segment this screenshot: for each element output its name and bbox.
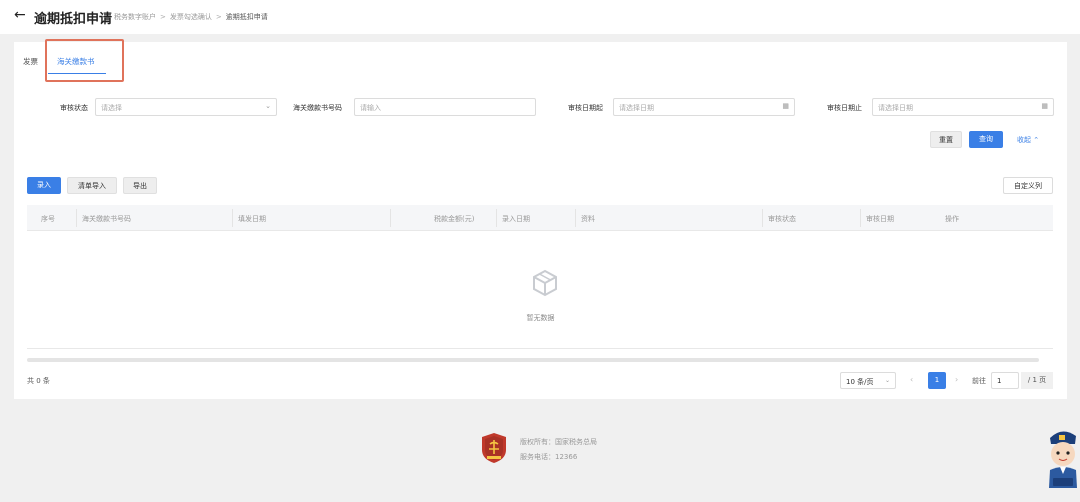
column-header: 税款金额(元) <box>434 215 475 223</box>
filter-date-end-placeholder: 请选择日期 <box>878 104 913 112</box>
collapse-toggle[interactable]: 收起 ⌃ <box>1017 135 1039 145</box>
collapse-label: 收起 <box>1017 136 1031 144</box>
table-header: 序号 海关缴款书号码 填发日期 税款金额(元) 录入日期 资料 审核状态 审核日… <box>27 205 1053 231</box>
filter-date-start-placeholder: 请选择日期 <box>619 104 654 112</box>
column-divider <box>76 209 77 227</box>
empty-box-icon <box>533 269 557 297</box>
page-size-select[interactable]: 10 条/页 ⌄ <box>840 372 896 389</box>
total-pages: / 1 页 <box>1021 372 1053 389</box>
chevron-down-icon: ⌄ <box>884 377 890 384</box>
goto-page-value: 1 <box>997 377 1002 385</box>
customize-columns-button[interactable]: 自定义列 <box>1003 177 1053 194</box>
next-page-icon[interactable]: › <box>955 375 958 384</box>
column-header: 审核状态 <box>768 215 796 223</box>
tax-bureau-emblem-logo <box>482 433 506 463</box>
filter-date-end-picker[interactable]: 请选择日期 ▦ <box>872 98 1054 116</box>
filter-status-placeholder: 请选择 <box>101 104 122 112</box>
page-number-current[interactable]: 1 <box>928 372 946 389</box>
empty-state-text: 暂无数据 <box>526 314 555 322</box>
column-divider <box>762 209 763 227</box>
goto-label: 前往 <box>972 377 986 385</box>
footer-phone: 服务电话：12366 <box>520 453 578 461</box>
filter-date-start-label: 审核日期起 <box>568 104 603 112</box>
filter-date-end-label: 审核日期止 <box>827 104 862 112</box>
chevron-right-icon: > <box>215 13 222 21</box>
filter-status-label: 审核状态 <box>60 104 88 112</box>
column-header: 填发日期 <box>238 215 266 223</box>
column-header: 录入日期 <box>502 215 530 223</box>
column-header: 资料 <box>581 215 595 223</box>
breadcrumb: 税务数字账户 > 发票勾选确认 > 逾期抵扣申请 <box>114 12 268 22</box>
prev-page-icon[interactable]: ‹ <box>910 375 913 384</box>
chevron-up-icon: ⌃ <box>1033 136 1040 144</box>
column-header: 操作 <box>945 215 959 223</box>
horizontal-scrollbar[interactable] <box>27 358 1039 362</box>
filter-date-start-picker[interactable]: 请选择日期 ▦ <box>613 98 795 116</box>
footer-copyright: 版权所有：国家税务总局 <box>520 438 597 446</box>
reset-button[interactable]: 重置 <box>930 131 962 148</box>
calendar-icon: ▦ <box>1041 102 1048 110</box>
top-bar: ← 逾期抵扣申请 税务数字账户 > 发票勾选确认 > 逾期抵扣申请 <box>0 0 1080 34</box>
breadcrumb-current: 逾期抵扣申请 <box>225 13 268 21</box>
divider <box>27 348 1053 349</box>
total-count: 共 0 条 <box>27 377 50 385</box>
enter-button[interactable]: 录入 <box>27 177 61 194</box>
column-header: 审核日期 <box>866 215 894 223</box>
column-divider <box>232 209 233 227</box>
breadcrumb-item[interactable]: 发票勾选确认 <box>170 13 212 21</box>
page-size-value: 10 条/页 <box>846 378 874 386</box>
filter-number-input[interactable]: 请输入 <box>354 98 536 116</box>
filter-number-label: 海关缴款书号码 <box>293 104 342 112</box>
chevron-down-icon: ⌄ <box>265 102 271 110</box>
query-button[interactable]: 查询 <box>969 131 1003 148</box>
annotation-highlight-box <box>45 39 124 82</box>
back-arrow-icon[interactable]: ← <box>14 7 26 23</box>
filter-status-select[interactable]: 请选择 ⌄ <box>95 98 277 116</box>
column-header: 序号 <box>41 215 55 223</box>
filter-number-placeholder: 请输入 <box>360 104 381 112</box>
tax-assistant-mascot-icon[interactable] <box>1044 422 1080 488</box>
column-divider <box>496 209 497 227</box>
column-divider <box>390 209 391 227</box>
column-divider <box>860 209 861 227</box>
chevron-right-icon: > <box>160 13 166 21</box>
breadcrumb-item[interactable]: 税务数字账户 <box>114 13 156 21</box>
main-card: 发票 海关缴款书 审核状态 请选择 ⌄ 海关缴款书号码 请输入 审核日期起 请选… <box>14 39 1067 399</box>
export-button[interactable]: 导出 <box>123 177 157 194</box>
list-import-button[interactable]: 清单导入 <box>67 177 117 194</box>
column-header: 海关缴款书号码 <box>82 215 131 223</box>
column-divider <box>575 209 576 227</box>
tab-invoice[interactable]: 发票 <box>23 56 38 67</box>
page-title: 逾期抵扣申请 <box>34 12 113 27</box>
calendar-icon: ▦ <box>782 102 789 110</box>
goto-page-input[interactable]: 1 <box>991 372 1019 389</box>
